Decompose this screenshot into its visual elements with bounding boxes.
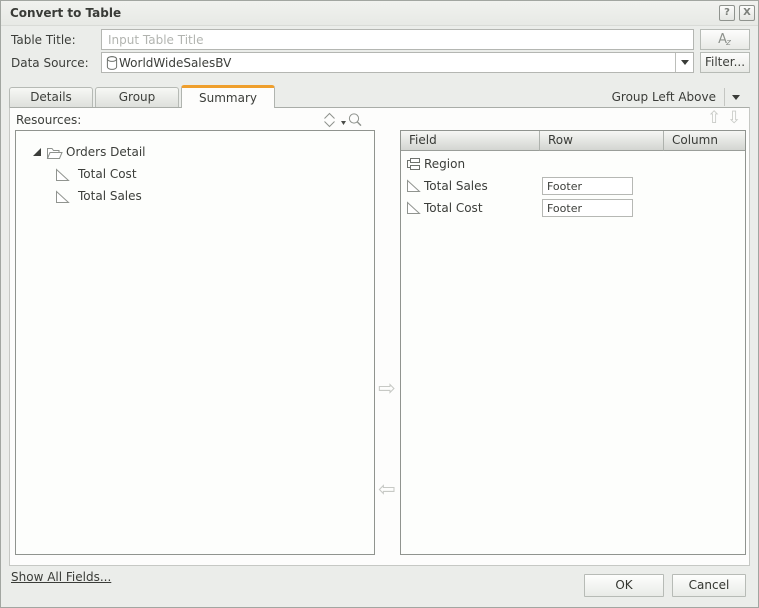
- data-source-combobox[interactable]: WorldWideSalesBV: [101, 52, 694, 73]
- tree-node-label: Total Sales: [78, 186, 142, 207]
- sort-options-caret-icon[interactable]: [341, 121, 346, 125]
- resources-label: Resources:: [16, 113, 81, 127]
- column-header-column: Column: [664, 131, 745, 151]
- table-row-total-cost[interactable]: Total Cost: [401, 197, 745, 219]
- help-icon: ?: [724, 7, 730, 18]
- dialog-titlebar[interactable]: Convert to Table ? X: [1, 1, 758, 26]
- row-summary-input[interactable]: [542, 199, 633, 217]
- filter-button[interactable]: Filter...: [700, 52, 750, 73]
- data-source-value: WorldWideSalesBV: [119, 56, 675, 70]
- font-style-button[interactable]: Az: [700, 29, 750, 50]
- add-field-arrow-icon[interactable]: ⇨: [378, 376, 396, 400]
- fields-table-panel: Field Row Column Region Total: [400, 130, 746, 555]
- tab-details[interactable]: Details: [9, 87, 93, 108]
- tree-expander-icon[interactable]: [33, 148, 42, 157]
- tree-node-total-cost[interactable]: Total Cost: [16, 164, 374, 185]
- chevron-down-icon: [732, 95, 740, 100]
- convert-to-table-dialog: Convert to Table ? X Table Title: Az Dat…: [0, 0, 759, 608]
- table-title-input[interactable]: [101, 29, 694, 50]
- field-name: Total Cost: [424, 197, 483, 219]
- ok-button[interactable]: OK: [584, 574, 664, 597]
- measure-icon: [55, 168, 70, 182]
- database-icon: [105, 55, 119, 71]
- measure-icon: [406, 201, 421, 215]
- measure-icon: [55, 190, 70, 204]
- close-button[interactable]: X: [739, 5, 755, 21]
- row-summary-input[interactable]: [542, 177, 633, 195]
- tree-node-label: Orders Detail: [66, 142, 146, 163]
- field-name: Total Sales: [424, 175, 488, 197]
- tab-summary[interactable]: Summary: [181, 85, 275, 108]
- remove-field-arrow-icon[interactable]: ⇦: [378, 477, 396, 501]
- open-folder-icon: [46, 146, 63, 160]
- dialog-title: Convert to Table: [10, 6, 121, 20]
- sort-icon[interactable]: [322, 112, 337, 128]
- tree-node-label: Total Cost: [78, 164, 137, 185]
- group-icon: [406, 157, 421, 171]
- table-row-region[interactable]: Region: [401, 153, 745, 175]
- table-title-label: Table Title:: [11, 33, 76, 47]
- move-down-icon[interactable]: ⇩: [727, 107, 741, 129]
- data-source-label: Data Source:: [11, 56, 89, 70]
- measure-icon: [406, 179, 421, 193]
- dropdown-separator: [724, 88, 725, 106]
- cancel-button[interactable]: Cancel: [672, 574, 746, 597]
- search-icon[interactable]: [347, 112, 363, 128]
- chevron-down-icon: [681, 60, 689, 65]
- summary-tab-page: Resources: ⇧ ⇩: [9, 107, 750, 566]
- group-position-dropdown[interactable]: Group Left Above: [612, 87, 740, 107]
- data-source-dropdown-button[interactable]: [675, 53, 693, 72]
- column-header-row: Row: [540, 131, 664, 151]
- move-up-icon[interactable]: ⇧: [707, 107, 721, 129]
- column-header-field: Field: [401, 131, 540, 151]
- show-all-fields-link[interactable]: Show All Fields...: [11, 570, 111, 584]
- tree-node-total-sales[interactable]: Total Sales: [16, 186, 374, 207]
- fields-table-header: Field Row Column: [401, 131, 745, 151]
- table-row-total-sales[interactable]: Total Sales: [401, 175, 745, 197]
- field-name: Region: [424, 153, 465, 175]
- close-icon: X: [743, 7, 751, 18]
- tab-group[interactable]: Group: [95, 87, 179, 108]
- group-position-value: Group Left Above: [612, 90, 716, 104]
- resources-tree-panel: Orders Detail Total Cost Total Sales: [15, 130, 375, 555]
- help-button[interactable]: ?: [719, 5, 735, 21]
- tree-node-orders-detail[interactable]: Orders Detail: [16, 142, 374, 163]
